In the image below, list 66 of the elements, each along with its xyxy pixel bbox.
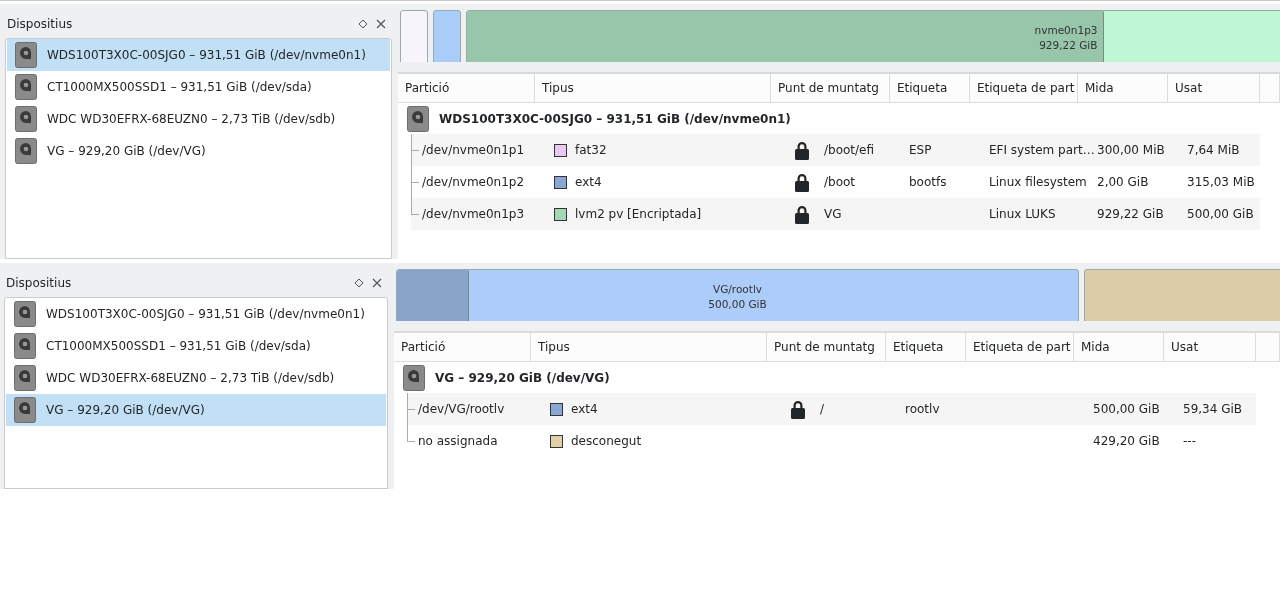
size-cell: 429,20 GiB xyxy=(1093,434,1160,448)
partition-path: /dev/nvme0n1p2 xyxy=(422,175,525,189)
filesystem-type: desconegut xyxy=(571,434,642,448)
partition-path: /dev/VG/rootlv xyxy=(418,402,505,416)
column-header[interactable]: Etiqueta de part xyxy=(970,74,1078,102)
mount-point: /boot xyxy=(824,175,856,189)
diamond-icon xyxy=(354,278,364,288)
diamond-icon xyxy=(358,19,368,29)
partition-label: Linux filesystem xyxy=(989,175,1087,189)
partition-row[interactable]: /dev/VG/rootlv ext4 / rootlv 500,00 GiB 59,34 GiB xyxy=(407,393,1256,425)
partition-name: nvme0n1p3 xyxy=(1034,23,1098,38)
used-cell: 59,34 GiB xyxy=(1183,402,1243,416)
partition-size: 500,00 GiB xyxy=(708,297,767,312)
column-header[interactable]: Mida xyxy=(1074,333,1164,361)
column-header[interactable]: Partició xyxy=(394,333,531,361)
column-header[interactable]: Tipus xyxy=(535,74,771,102)
size-cell: 500,00 GiB xyxy=(1093,402,1160,416)
label-cell: rootlv xyxy=(905,402,940,416)
label-cell: bootfs xyxy=(909,175,947,189)
column-header[interactable]: Etiqueta xyxy=(890,74,970,102)
partition-label: EFI system part… xyxy=(989,143,1095,157)
used-cell: 315,03 MiB xyxy=(1187,175,1255,189)
device-title: VG – 929,20 GiB (/dev/VG) xyxy=(435,370,610,385)
partition-row[interactable]: /dev/nvme0n1p3 lvm2 pv [Encriptada] VG Linux LUKS 929,22 GiB 500,00 GiB xyxy=(411,198,1260,230)
partition-block[interactable]: nvme0n1p3 929,22 GiB xyxy=(466,10,1280,62)
size-cell: 929,22 GiB xyxy=(1097,207,1164,221)
column-header[interactable]: Etiqueta xyxy=(886,333,966,361)
partition-label: Linux LUKS xyxy=(989,207,1056,221)
partition-path: /dev/nvme0n1p3 xyxy=(422,207,525,221)
used-cell: 7,64 MiB xyxy=(1187,143,1240,157)
mount-point: / xyxy=(820,402,825,416)
size-cell: 2,00 GiB xyxy=(1097,175,1149,189)
device-item[interactable]: WDS100T3X0C-00SJG0 – 931,51 GiB (/dev/nvme0n1) xyxy=(7,39,390,71)
device-title: WDS100T3X0C-00SJG0 – 931,51 GiB (/dev/nvme0n1) xyxy=(439,111,791,126)
panel-title: Dispositius xyxy=(7,17,74,31)
partition-row[interactable]: /dev/nvme0n1p1 fat32 /boot/efi ESP EFI system part… 300,00 MiB 7,64 MiB xyxy=(411,134,1260,166)
partition-block[interactable]: VG/rootlv 500,00 GiB xyxy=(396,269,1079,321)
column-header[interactable]: Punt de muntatg xyxy=(771,74,890,102)
panel-title: Dispositius xyxy=(6,276,73,290)
label-cell: ESP xyxy=(909,143,932,157)
close-icon xyxy=(372,278,382,288)
close-icon xyxy=(376,19,386,29)
mount-point: /boot/efi xyxy=(824,143,875,157)
column-header[interactable]: Partició xyxy=(398,74,535,102)
column-header[interactable]: Tipus xyxy=(531,333,767,361)
filesystem-type: lvm2 pv [Encriptada] xyxy=(575,207,702,221)
column-header[interactable]: Usat xyxy=(1168,74,1260,102)
device-item[interactable]: WDS100T3X0C-00SJG0 – 931,51 GiB (/dev/nvme0n1) xyxy=(6,298,386,330)
partition-size: 929,22 GiB xyxy=(1039,38,1098,53)
partition-name: VG/rootlv xyxy=(712,282,762,297)
filesystem-type: ext4 xyxy=(571,402,598,416)
column-header[interactable]: Punt de muntatg xyxy=(767,333,886,361)
device-item[interactable]: VG – 929,20 GiB (/dev/VG) xyxy=(6,394,386,426)
partition-path: no assignada xyxy=(418,434,498,448)
filesystem-type: ext4 xyxy=(575,175,602,189)
partition-row[interactable]: no assignada desconegut 429,20 GiB --- xyxy=(407,425,1256,457)
column-header[interactable]: Etiqueta de part xyxy=(966,333,1074,361)
size-cell: 300,00 MiB xyxy=(1097,143,1165,157)
filesystem-type: fat32 xyxy=(575,143,607,157)
column-header[interactable]: Mida xyxy=(1078,74,1168,102)
column-header[interactable]: Usat xyxy=(1164,333,1256,361)
used-cell: 500,00 GiB xyxy=(1187,207,1254,221)
mount-point: VG xyxy=(824,207,842,221)
partition-row[interactable]: /dev/nvme0n1p2 ext4 /boot bootfs Linux filesystem 2,00 GiB 315,03 MiB xyxy=(411,166,1260,198)
used-cell: --- xyxy=(1183,434,1196,448)
partition-path: /dev/nvme0n1p1 xyxy=(422,143,525,157)
